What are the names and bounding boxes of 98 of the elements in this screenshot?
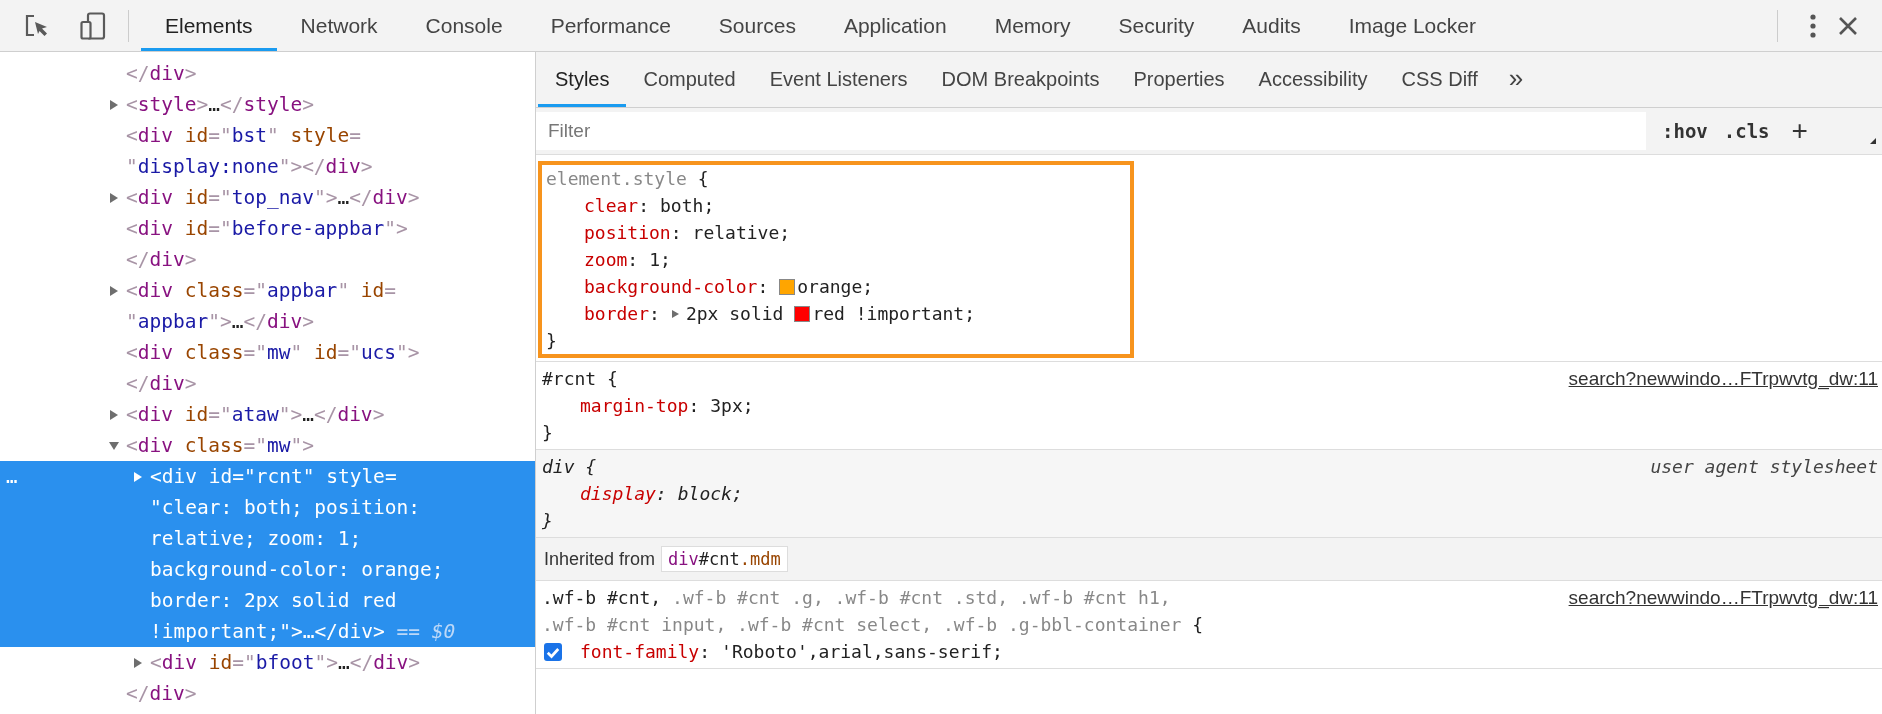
element-row[interactable]: <div id="bst" style= "display:none"></div> — [0, 120, 535, 182]
element-row[interactable]: <div id="before-appbar"> </div> — [0, 213, 535, 275]
inherited-label: Inherited from — [544, 548, 656, 570]
disclosure-triangle-icon[interactable] — [108, 191, 120, 204]
property-name: display: — [580, 482, 667, 506]
element-row[interactable]: </div> — [0, 58, 535, 89]
element-row[interactable]: <style>…</style> — [0, 89, 535, 120]
element-row[interactable]: <div id="top_nav">…</div> — [0, 182, 535, 213]
checkbox[interactable] — [544, 642, 562, 661]
panel-tab[interactable]: Elements — [141, 0, 277, 51]
corner-triangle-icon — [1870, 138, 1876, 144]
toolbar-button[interactable]: + — [1791, 115, 1808, 147]
disclosure-triangle-icon[interactable] — [108, 408, 120, 421]
closing-brace: } — [542, 510, 553, 531]
code-line: </div> — [126, 61, 197, 87]
source-link[interactable]: search?newwindo…FTrpwvtg_dw:11 — [1568, 584, 1882, 665]
inherited-element-link[interactable]: div#cnt.mdm — [661, 546, 788, 572]
code-line: <div id="rcnt" style= — [150, 464, 397, 490]
code-line: border: 2px solid red — [150, 588, 397, 614]
panel-tab[interactable]: Performance — [526, 0, 695, 51]
property-name: background-color: — [584, 275, 769, 299]
property-name: zoom: — [584, 248, 639, 272]
code-line: "display:none"></div> — [126, 154, 373, 180]
panel-tab[interactable]: Application — [819, 0, 971, 51]
more-tabs-button[interactable]: » — [1494, 52, 1538, 107]
css-selector: div { — [542, 456, 597, 477]
code-line: <div class="mw" id="ucs"> — [126, 340, 420, 366]
property-value: 3px; — [710, 394, 754, 418]
source-link[interactable]: search?newwindo…FTrpwvtg_dw:11 — [1568, 365, 1882, 446]
stylesheet-origin-label: user agent stylesheet — [1650, 455, 1879, 479]
expand-triangle-icon[interactable] — [669, 308, 680, 319]
color-swatch[interactable] — [794, 305, 811, 322]
code-line: <style>…</style> — [126, 92, 314, 118]
panel-tab[interactable]: Sources — [694, 0, 820, 51]
element-row[interactable]: <div id="ataw">…</div> — [0, 399, 535, 430]
disclosure-triangle-icon[interactable] — [108, 284, 120, 297]
code-line: </div> — [126, 371, 197, 397]
panel-tab[interactable]: Network — [276, 0, 402, 51]
code-line: <div class="mw"> — [126, 433, 314, 459]
disclosure-triangle-icon[interactable] — [108, 98, 120, 111]
code-line: background-color: orange; — [150, 557, 444, 583]
property-name: border: — [584, 302, 660, 326]
code-line: "appbar">…</div> — [126, 309, 314, 335]
property-value: block; — [677, 482, 743, 506]
code-line: </div> — [126, 681, 197, 707]
toolbar-button[interactable]: :hov — [1662, 120, 1708, 142]
css-selector: #rcnt { — [542, 368, 618, 389]
sidebar-tab[interactable]: CSS Diff — [1384, 52, 1495, 107]
color-swatch[interactable] — [779, 278, 796, 295]
element-row[interactable]: <div class="appbar" id= "appbar">…</div> — [0, 275, 535, 337]
element-row[interactable]: <div class="mw" id="ucs"> </div> — [0, 337, 535, 399]
sidebar-tab[interactable]: Accessibility — [1241, 52, 1385, 107]
property-value: 1; — [649, 248, 671, 272]
property-value: 'Roboto',arial,sans-serif; — [721, 640, 1003, 664]
sidebar-tab[interactable]: Properties — [1116, 52, 1242, 107]
property-name: margin-top: — [580, 394, 700, 418]
more-options-icon[interactable] — [1810, 12, 1816, 39]
device-toolbar-icon[interactable] — [80, 11, 106, 40]
property-value: red !important; — [812, 302, 975, 326]
disclosure-triangle-icon[interactable] — [132, 470, 144, 483]
sidebar-tab[interactable]: DOM Breakpoints — [924, 52, 1117, 107]
disclosure-triangle-icon[interactable] — [108, 439, 120, 452]
toolbar-button[interactable]: .cls — [1723, 120, 1770, 142]
sidebar-tab[interactable]: Event Listeners — [752, 52, 925, 107]
code-line: <div id="bst" style= — [126, 123, 361, 149]
code-line: <div id="before-appbar"> — [126, 216, 408, 242]
code-line: </div> — [126, 247, 197, 273]
element-row[interactable]: <div class="mw"> — [0, 430, 535, 461]
css-selector: element.style { — [546, 168, 709, 189]
code-line: !important;">…</div> == $0 — [150, 619, 456, 645]
property-value: 2px solid — [685, 302, 784, 326]
panel-tab[interactable]: Memory — [970, 0, 1095, 51]
panel-tab[interactable]: Image Locker — [1324, 0, 1500, 51]
disclosure-triangle-icon[interactable] — [132, 656, 144, 669]
property-name: font-family: — [580, 640, 711, 664]
code-line: <div id="ataw">…</div> — [126, 402, 385, 428]
filter-field[interactable]: Filter — [536, 112, 1646, 150]
property-value: relative; — [692, 221, 791, 245]
css-selector: .wf-b #cnt input, .wf-b #cnt select, .wf-b .g-bbl-container { — [542, 614, 1204, 635]
code-line: <div id="top_nav">…</div> — [126, 185, 420, 211]
close-icon[interactable] — [1838, 15, 1858, 36]
code-line: "clear: both; position: — [150, 495, 421, 521]
property-value: both; — [660, 194, 715, 218]
panel-tab[interactable]: Console — [401, 0, 527, 51]
closing-brace: } — [542, 422, 553, 443]
sidebar-tab[interactable]: Computed — [626, 52, 753, 107]
code-line: <div class="appbar" id= — [126, 278, 397, 304]
panel-tab[interactable]: Audits — [1218, 0, 1325, 51]
css-selector: .wf-b #cnt, .wf-b #cnt .g, .wf-b #cnt .std, .wf-b #cnt h1, — [542, 587, 1171, 608]
element-row[interactable]: <div id="bfoot">…</div> — [0, 647, 535, 678]
inspect-element-icon[interactable] — [24, 12, 50, 39]
property-name: position: — [584, 221, 682, 245]
property-value: orange; — [797, 275, 874, 299]
code-line: <div id="bfoot">…</div> — [150, 650, 421, 676]
panel-tab[interactable]: Security — [1094, 0, 1219, 51]
closing-brace: } — [546, 330, 557, 351]
code-line: relative; zoom: 1; — [150, 526, 362, 552]
property-name: clear: — [584, 194, 650, 218]
